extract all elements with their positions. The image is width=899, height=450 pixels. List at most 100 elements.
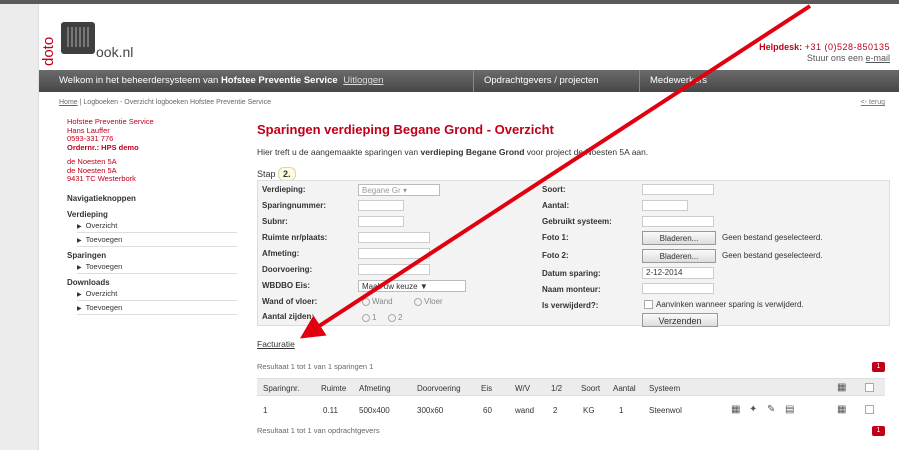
sidebar-item-downloads-toevoegen[interactable]: Toevoegen	[77, 301, 237, 315]
vloer-radio[interactable]: Vloer	[414, 297, 443, 306]
table-row: 1 0.11 500x400 300x60 60 wand 2 KG 1 Ste…	[257, 400, 885, 418]
chevron-down-icon: ▾	[402, 186, 407, 195]
wand-vloer-label: Wand of vloer:	[262, 297, 318, 306]
vloer-option: Vloer	[424, 297, 443, 306]
zijden-1-option: 1	[372, 313, 377, 322]
mail-prefix: Stuur ons een	[806, 53, 863, 63]
col-soort: Soort	[581, 384, 601, 393]
sidebar-section-verdieping: Verdieping	[67, 209, 108, 219]
zijden-1-radio[interactable]: 1	[362, 313, 376, 322]
afmeting-input[interactable]	[358, 248, 430, 259]
wand-option: Wand	[372, 297, 393, 306]
verdieping-label: Verdieping:	[262, 185, 306, 194]
col-systeem: Systeem	[649, 384, 681, 393]
logo-text: ook.nl	[96, 44, 134, 60]
breadcrumb: Home | Logboeken - Overzicht logboeken H…	[59, 99, 271, 106]
breadcrumb-path: Logboeken - Overzicht logboeken Hofstee …	[83, 99, 271, 106]
step-label: Stap	[257, 169, 276, 179]
zijden-label: Aantal zijden:	[262, 312, 315, 321]
tab-clients-projects[interactable]: Opdrachtgevers / projecten	[473, 70, 609, 92]
submit-button[interactable]: Verzenden	[642, 313, 718, 327]
logout-link[interactable]: Uitloggen	[343, 75, 383, 86]
foto2-no-file: Geen bestand geselecteerd.	[722, 251, 823, 260]
chevron-down-icon: ▼	[419, 282, 428, 291]
logo[interactable]: doto ook.nl	[39, 18, 149, 70]
datum-label: Datum sparing:	[542, 269, 601, 278]
systeem-input[interactable]	[642, 216, 714, 227]
monteur-input[interactable]	[642, 283, 714, 294]
facturatie-link[interactable]: Facturatie	[257, 339, 295, 349]
cell-systeem: Steenwol	[649, 406, 682, 415]
sparing-form: Verdieping: Begane Gr ▾ Sparingnummer: S…	[257, 180, 890, 327]
email-link[interactable]: e-mail	[865, 53, 890, 63]
datum-input[interactable]: 2-12-2014	[642, 267, 714, 279]
soort-input[interactable]	[642, 184, 714, 195]
intro-text: Hier treft u de aangemaakte sparingen va…	[257, 147, 897, 157]
col-doorvoering: Doorvoering	[417, 384, 461, 393]
cell-eis: 60	[483, 406, 492, 415]
col-afmeting: Afmeting	[359, 384, 391, 393]
foto2-label: Foto 2:	[542, 251, 569, 260]
company-name: Hofstee Preventie Service	[220, 75, 338, 86]
client-info: Hofstee Preventie Service Hans Lauffer 0…	[67, 117, 247, 152]
nav-heading: Navigatieknoppen	[67, 193, 136, 203]
subnr-label: Subnr:	[262, 217, 288, 226]
verwijderd-label: Is verwijderd?:	[542, 301, 599, 310]
result-summary-bottom: Resultaat 1 tot 1 van opdrachtgevers	[257, 426, 380, 435]
foto1-no-file: Geen bestand geselecteerd.	[722, 233, 823, 242]
sparingnummer-input[interactable]	[358, 200, 404, 211]
helpdesk-phone: +31 (0)528-850135	[804, 42, 890, 52]
verwijderd-checkbox[interactable]: Aanvinken wanneer sparing is verwijderd.	[644, 300, 804, 310]
project-address: de Noesten 5A de Noesten 5A 9431 TC West…	[67, 157, 247, 184]
sidebar: Hofstee Preventie Service Hans Lauffer 0…	[67, 117, 247, 315]
grid-icon[interactable]: ▦	[837, 404, 846, 415]
breadcrumb-home[interactable]: Home	[59, 99, 78, 106]
svg-text:doto: doto	[40, 37, 57, 66]
cell-afmeting: 500x400	[359, 406, 390, 415]
wand-radio[interactable]: Wand	[362, 297, 393, 306]
tab-staff[interactable]: Medewerkers	[639, 70, 717, 92]
cell-aantal: 1	[619, 406, 624, 415]
sidebar-section-downloads: Downloads	[67, 277, 110, 287]
sidebar-item-verdieping-toevoegen[interactable]: Toevoegen	[77, 233, 237, 247]
zijden-2-radio[interactable]: 2	[388, 313, 402, 322]
cell-half: 2	[553, 406, 558, 415]
verwijderd-note: Aanvinken wanneer sparing is verwijderd.	[656, 300, 804, 309]
delete-icon[interactable]: ▤	[785, 404, 794, 415]
result-summary-top: Resultaat 1 tot 1 van 1 sparingen 1	[257, 362, 374, 371]
back-link[interactable]: <- terug	[861, 99, 885, 106]
cell-sparingnr: 1	[263, 406, 268, 415]
sidebar-item-verdieping-overzicht[interactable]: Overzicht	[77, 219, 237, 233]
sidebar-item-downloads-overzicht[interactable]: Overzicht	[77, 287, 237, 301]
pagination-page-bottom[interactable]: 1	[872, 426, 885, 436]
address-line: 9431 TC Westerbork	[67, 174, 136, 183]
helpdesk-mail: Stuur ons een e-mail	[759, 53, 890, 63]
verdieping-select[interactable]: Begane Gr ▾	[358, 184, 440, 196]
grid-icon[interactable]: ▦	[837, 382, 846, 393]
header: doto ook.nl Helpdesk: +31 (0)528-850135 …	[39, 4, 899, 70]
helpdesk-label: Helpdesk:	[759, 42, 803, 52]
select-all-checkbox[interactable]	[865, 382, 877, 393]
monteur-label: Naam monteur:	[542, 285, 601, 294]
aantal-input[interactable]	[642, 200, 688, 211]
page-title: Sparingen verdieping Begane Grond - Over…	[257, 122, 554, 137]
wbdbo-value: Maak uw keuze	[362, 282, 418, 291]
wbdbo-select[interactable]: Maak uw keuze ▼	[358, 280, 466, 292]
edit-icon[interactable]: ✎	[767, 404, 775, 415]
foto1-label: Foto 1:	[542, 233, 569, 242]
intro-post: voor project de Noesten 5A aan.	[526, 147, 649, 157]
doorvoering-label: Doorvoering:	[262, 265, 313, 274]
ruimte-input[interactable]	[358, 232, 430, 243]
sidebar-item-sparingen-toevoegen[interactable]: Toevoegen	[77, 260, 237, 274]
row-checkbox[interactable]	[865, 404, 877, 415]
foto2-browse-button[interactable]: Bladeren...	[642, 249, 716, 263]
soort-label: Soort:	[542, 185, 566, 194]
pagination-page[interactable]: 1	[872, 362, 885, 372]
welcome-text: Welkom in het beheerdersysteem van Hofst…	[59, 75, 383, 86]
foto1-browse-button[interactable]: Bladeren...	[642, 231, 716, 245]
photo-icon[interactable]: ▦	[731, 404, 740, 415]
systeem-label: Gebruikt systeem:	[542, 217, 612, 226]
subnr-input[interactable]	[358, 216, 404, 227]
tools-icon[interactable]: ✦	[749, 404, 757, 415]
doorvoering-input[interactable]	[358, 264, 430, 275]
